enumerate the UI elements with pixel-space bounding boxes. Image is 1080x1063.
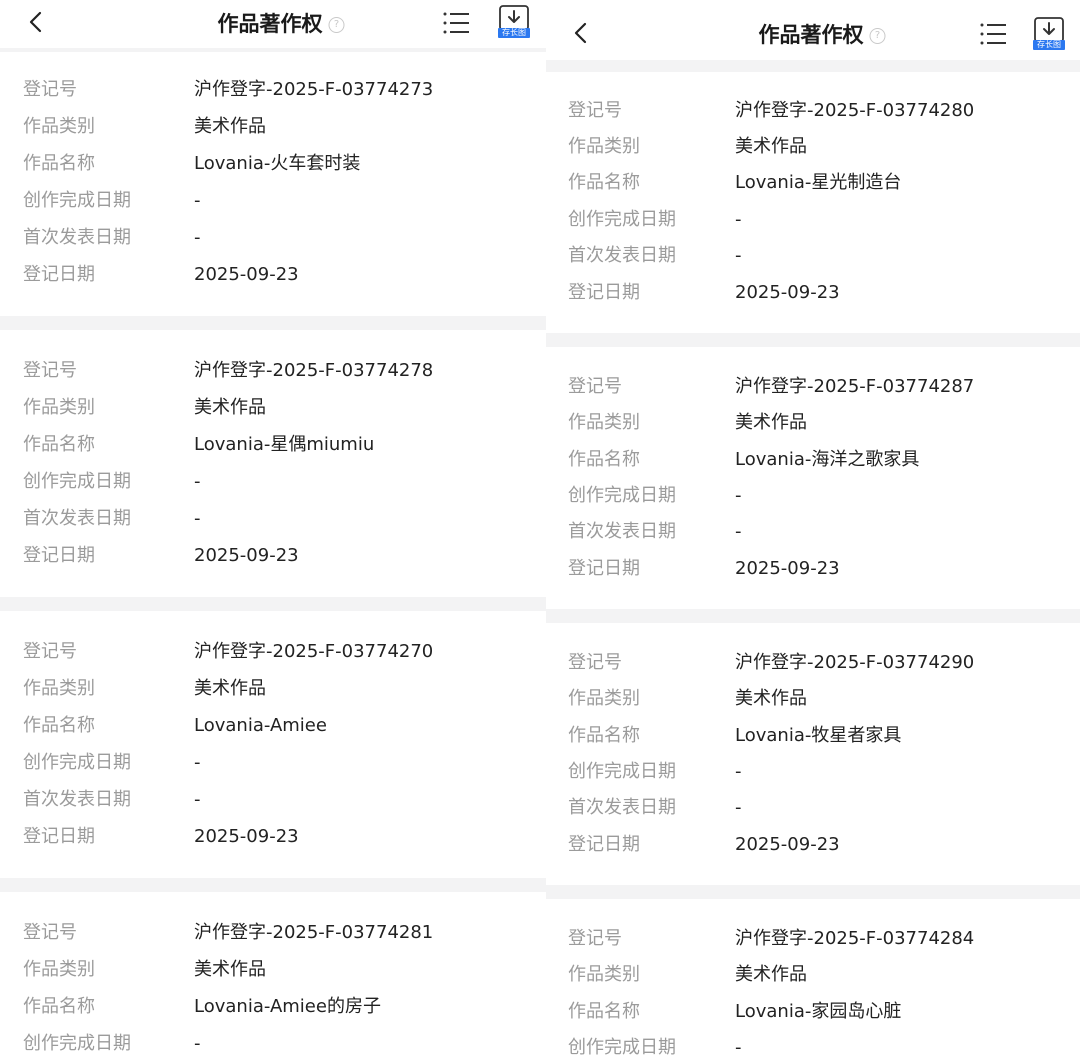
question-circle-icon[interactable]: ? — [869, 28, 886, 44]
left-screenshot-panel: 作品著作权? 存长图 登记号 沪作登字-2025-F-03774273 作品类别美… — [0, 0, 546, 1063]
record-card: 登记号 沪作登字-2025-F-03774287 作品类别 美术作品 作品名称 Lov… — [546, 347, 1080, 609]
page-title: 作品著作权? — [759, 19, 886, 49]
top-nav-bar: 作品著作权? 存长图 — [0, 0, 546, 48]
list-menu-icon[interactable] — [980, 22, 1006, 46]
save-long-image-button[interactable]: 存长图 — [1033, 17, 1065, 50]
save-label: 存长图 — [1033, 40, 1065, 50]
page-title: 作品著作权? — [218, 8, 345, 38]
record-card: 登记号 沪作登字-2025-F-03774280 作品类别 美术作品 作品名称 Lov… — [546, 72, 1080, 333]
save-long-image-button[interactable]: 存长图 — [498, 5, 530, 38]
record-card: 登记号 沪作登字-2025-F-03774273 作品类别 美术作品 作品名称 Lov… — [0, 52, 546, 316]
record-card: 登记号 沪作登字-2025-F-03774270 作品类别 美术作品 作品名称 Lov… — [0, 611, 546, 878]
list-menu-icon[interactable] — [443, 11, 469, 35]
question-circle-icon[interactable]: ? — [328, 17, 345, 33]
back-arrow-icon[interactable] — [570, 22, 592, 44]
record-card: 登记号 沪作登字-2025-F-03774281 作品类别 美术作品 作品名称 Lov… — [0, 892, 546, 1063]
top-nav-bar: 作品著作权? 存长图 — [546, 0, 1080, 60]
record-card: 登记号 沪作登字-2025-F-03774284 作品类别 美术作品 作品名称 Lov… — [546, 899, 1080, 1063]
save-label: 存长图 — [498, 28, 530, 38]
record-card: 登记号 沪作登字-2025-F-03774290 作品类别 美术作品 作品名称 Lov… — [546, 623, 1080, 885]
back-arrow-icon[interactable] — [25, 11, 47, 33]
right-screenshot-panel: 作品著作权? 存长图 登记号 沪作登字-2025-F-03774280 作品类别美… — [546, 0, 1080, 1063]
record-card: 登记号 沪作登字-2025-F-03774278 作品类别 美术作品 作品名称 Lov… — [0, 330, 546, 597]
